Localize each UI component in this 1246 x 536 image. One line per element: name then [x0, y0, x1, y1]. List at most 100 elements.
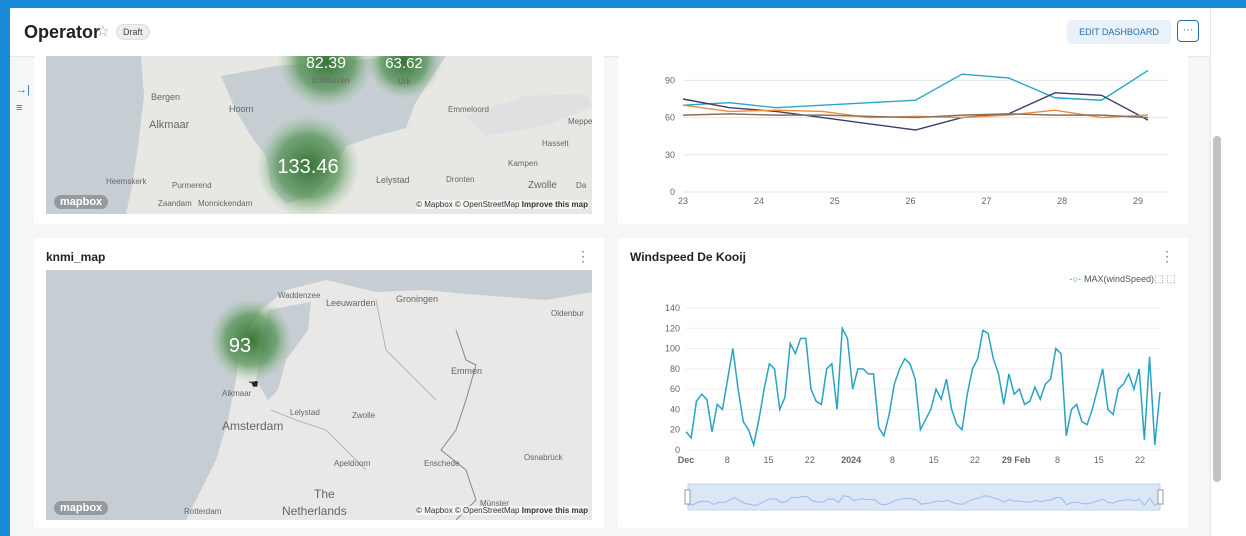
- improve-map-link[interactable]: Improve this map: [522, 200, 588, 209]
- x-tick-label: 8: [890, 455, 895, 465]
- zoom-slider: [687, 483, 1161, 511]
- place-label: Zaandam: [158, 199, 192, 208]
- more-actions-button[interactable]: ···: [1177, 20, 1199, 42]
- x-tick-label: 25: [830, 196, 840, 206]
- chart-card-top: 0 30 60 90 23 24 25 26 27 28 29: [618, 56, 1188, 224]
- cluster-label: 133.46: [277, 156, 338, 178]
- star-icon[interactable]: ☆: [96, 22, 109, 40]
- mapbox-logo[interactable]: mapbox: [54, 501, 109, 515]
- attribution-text[interactable]: © Mapbox © OpenStreetMap: [416, 506, 519, 515]
- map-attribution: © Mapbox © OpenStreetMap Improve this ma…: [416, 506, 588, 515]
- place-label: Leeuwarden: [326, 298, 376, 308]
- place-label: Monnickendam: [198, 199, 253, 208]
- place-label: Osnabrück: [524, 453, 564, 462]
- y-tick-label: 140: [665, 303, 680, 313]
- knmi-map-canvas: 93 Waddenzee Leeuwarden Groningen Oldenb…: [46, 270, 592, 520]
- y-tick-label: 60: [670, 384, 680, 394]
- draft-badge: Draft: [116, 24, 150, 40]
- map-attribution: © Mapbox © OpenStreetMap Improve this ma…: [416, 200, 588, 209]
- place-label: Heemskerk: [106, 177, 147, 186]
- x-tick-label: 15: [764, 455, 774, 465]
- zoom-handle: [1157, 489, 1164, 505]
- place-label: Enkhuizen: [312, 76, 349, 85]
- dashboard-header: Operator ☆ Draft EDIT DASHBOARD ···: [10, 8, 1210, 57]
- x-tick-label: 27: [981, 196, 991, 206]
- chart-top-svg[interactable]: 0 30 60 90 23 24 25 26 27 28 29: [618, 56, 1188, 224]
- place-label: Kampen: [508, 159, 538, 168]
- place-label: Zwolle: [528, 180, 557, 191]
- place-label: The: [314, 487, 335, 501]
- place-label: Alkmaar: [149, 119, 190, 131]
- place-label: Netherlands: [282, 504, 347, 518]
- filter-rail: →| ≡: [10, 56, 34, 536]
- map-card-top: 82.39 63.62 133.46 Bergen Hoorn Alkmaar …: [34, 56, 604, 224]
- x-tick-label: Dec: [678, 455, 695, 465]
- y-tick-label: 100: [665, 344, 680, 354]
- place-label: Bergen: [151, 92, 180, 102]
- y-tick-label: 0: [670, 187, 675, 197]
- cluster-label: 93: [229, 335, 251, 357]
- improve-map-link[interactable]: Improve this map: [522, 506, 588, 515]
- x-tick-label: 22: [1135, 455, 1145, 465]
- edit-dashboard-button[interactable]: EDIT DASHBOARD: [1067, 20, 1171, 44]
- place-label: Dronten: [446, 175, 474, 184]
- place-label: Enschede: [424, 459, 460, 468]
- x-tick-label: 29: [1133, 196, 1143, 206]
- place-label: Groningen: [396, 294, 438, 304]
- y-tick-label: 30: [665, 150, 675, 160]
- cluster-label: 63.62: [385, 56, 423, 72]
- windspeed-chart-svg[interactable]: 0 20 40 60 80 100 120 140 Dec 8 15 22 2024 8 15 22 29 Fe…: [618, 238, 1188, 528]
- x-tick-label: 15: [1094, 455, 1104, 465]
- attribution-text[interactable]: © Mapbox © OpenStreetMap: [416, 200, 519, 209]
- place-label: Oldenbur: [551, 309, 584, 318]
- x-tick-label: 8: [725, 455, 730, 465]
- dashboard-frame: Operator ☆ Draft EDIT DASHBOARD ··· →| ≡: [10, 8, 1246, 536]
- y-tick-label: 0: [675, 445, 680, 455]
- x-tick-label: 29 Feb: [1002, 455, 1031, 465]
- y-tick-label: 20: [670, 425, 680, 435]
- x-tick-label: 2024: [841, 455, 861, 465]
- mapbox-logo[interactable]: mapbox: [54, 195, 109, 209]
- x-tick-label: 15: [929, 455, 939, 465]
- map-top-canvas: 82.39 63.62 133.46 Bergen Hoorn Alkmaar …: [46, 56, 592, 214]
- x-tick-label: 22: [805, 455, 815, 465]
- place-label: Hasselt: [542, 139, 569, 148]
- y-tick-label: 60: [665, 113, 675, 123]
- place-label: Lelystad: [290, 408, 320, 417]
- place-label: Hoorn: [229, 104, 254, 114]
- knmi-map[interactable]: 93 Waddenzee Leeuwarden Groningen Oldenb…: [46, 270, 592, 520]
- knmi-map-title: knmi_map: [46, 250, 106, 264]
- x-tick-label: 28: [1057, 196, 1067, 206]
- place-label: Lelystad: [376, 175, 410, 185]
- hand-cursor-icon: ☚: [248, 377, 259, 391]
- windspeed-card: Windspeed De Kooij ⋮ -○- MAX(windSpeed) ⬚…: [618, 238, 1188, 528]
- x-tick-label: 24: [754, 196, 764, 206]
- place-label: Emmen: [451, 366, 482, 376]
- knmi-map-menu[interactable]: ⋮: [576, 248, 590, 265]
- knmi-map-card: knmi_map ⋮ 93 Waddenzee Leeuwarden Groni…: [34, 238, 604, 528]
- x-tick-label: 23: [678, 196, 688, 206]
- map-top[interactable]: 82.39 63.62 133.46 Bergen Hoorn Alkmaar …: [46, 56, 592, 214]
- expand-filters-icon[interactable]: →|: [16, 84, 30, 96]
- place-label: Amsterdam: [222, 419, 283, 433]
- place-label: Zwolle: [352, 411, 376, 420]
- x-tick-label: 8: [1055, 455, 1060, 465]
- y-tick-label: 80: [670, 364, 680, 374]
- y-tick-label: 120: [665, 323, 680, 333]
- series-line: [682, 69, 1149, 109]
- place-label: Da: [576, 181, 587, 190]
- filter-icon[interactable]: ≡: [16, 102, 22, 114]
- zoom-handle: [684, 489, 691, 505]
- place-label: Apeldoorn: [334, 459, 370, 468]
- cluster-label: 82.39: [306, 56, 346, 72]
- place-label: Urk: [398, 77, 411, 86]
- y-tick-label: 90: [665, 75, 675, 85]
- y-tick-label: 40: [670, 404, 680, 414]
- scrollbar[interactable]: [1213, 136, 1221, 482]
- dashboard-title: Operator: [24, 22, 101, 42]
- x-tick-label: 22: [970, 455, 980, 465]
- x-tick-label: 26: [905, 196, 915, 206]
- place-label: Meppel: [568, 117, 592, 126]
- series-line: [685, 325, 1161, 448]
- place-label: Purmerend: [172, 181, 212, 190]
